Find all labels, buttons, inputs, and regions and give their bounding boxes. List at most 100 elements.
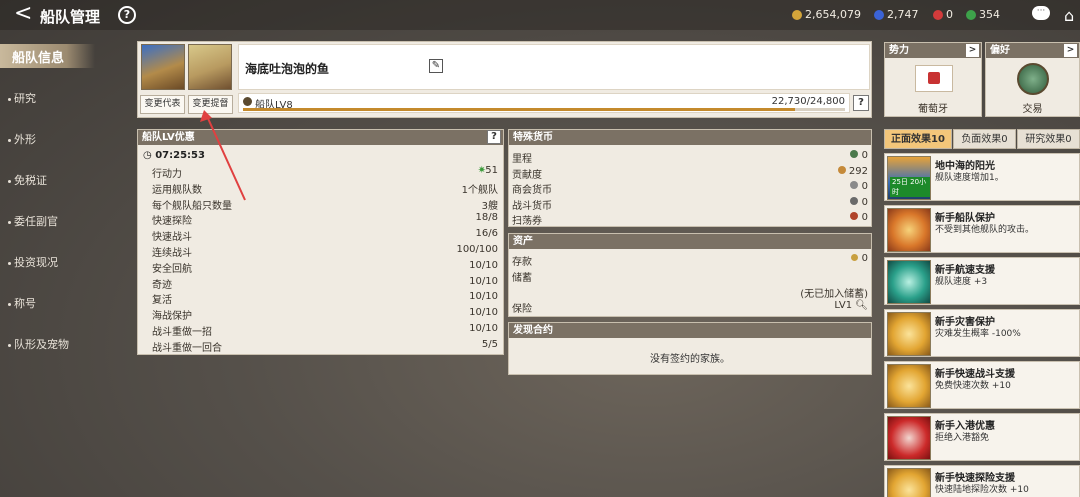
sidebar-item-formation[interactable]: 队形及宠物 [8, 336, 69, 352]
tab-research-effects[interactable]: 研究效果0 [1017, 129, 1080, 149]
currency-value-wrap: 0 [850, 196, 868, 208]
currency-blue-value: 2,747 [887, 8, 919, 21]
faction-name: 葡萄牙 [918, 104, 948, 115]
blue-gem-icon [874, 9, 884, 20]
assets-title: 资产 [509, 234, 871, 249]
sidebar-item-research[interactable]: 研究 [8, 90, 36, 106]
special-currency-panel: 特殊货币 里程 0 贡献度 292 商会货币 0 战斗货币 0 扫荡券 0 [508, 129, 872, 227]
tab-negative-effects[interactable]: 负面效果0 [953, 129, 1016, 149]
currency-row: 商会货币 0 [512, 181, 868, 196]
admiral-portrait[interactable] [188, 44, 232, 90]
benefit-row: 快速战斗 16/6 [152, 228, 498, 243]
bullet-icon [8, 220, 11, 224]
effect-card[interactable]: 新手快速探险支援 快速陆地探险次数 +10 [884, 465, 1080, 497]
contract-empty-text: 没有签约的家族。 [650, 354, 730, 365]
faction-arrow-icon[interactable]: > [966, 44, 979, 57]
contract-panel: 发现合约 没有签约的家族。 [508, 322, 872, 375]
effect-card[interactable]: 新手快速战斗支援 免费快速次数 +10 [884, 361, 1080, 409]
contract-title: 发现合约 [509, 323, 871, 338]
preference-name: 交易 [1022, 104, 1043, 115]
bullet-icon [8, 261, 11, 265]
currency-value: 0 [861, 196, 868, 208]
chat-icon[interactable]: ··· [1032, 6, 1050, 20]
effect-description: 免费快速次数 +10 [935, 381, 1011, 391]
sidebar-item-label: 研究 [14, 92, 36, 105]
savings-note-row: (无已加入储蓄) [512, 285, 868, 300]
representative-portrait[interactable] [141, 44, 185, 90]
sidebar-item-label: 投资现况 [14, 256, 58, 269]
back-icon[interactable]: < [14, 3, 32, 25]
benefit-value: 51 [485, 165, 498, 176]
sidebar-item-investment[interactable]: 投资现况 [8, 254, 58, 270]
magnifier-icon[interactable]: 🔍︎ [855, 300, 868, 311]
currency-value-wrap: 0 [850, 181, 868, 192]
currency-row: 战斗货币 0 [512, 196, 868, 212]
benefit-row: 安全回航 10/10 [152, 260, 498, 275]
deposit-value: 0 [861, 253, 868, 264]
scroll-icon [837, 165, 846, 174]
benefit-row: 海战保护 10/10 [152, 307, 498, 322]
preference-card[interactable]: 偏好 > 交易 [985, 42, 1080, 117]
sidebar-item-label: 外形 [14, 133, 36, 146]
faction-card[interactable]: 势力 > 葡萄牙 [884, 42, 982, 117]
benefit-label: 海战保护 [152, 311, 192, 323]
sidebar-item-fleet-info[interactable]: 船队信息 [0, 44, 95, 68]
clock-icon: ◷ [143, 150, 152, 161]
savings-note: (无已加入储蓄) [800, 289, 868, 300]
currency-label: 扫荡券 [512, 216, 542, 228]
fleet-help-icon[interactable]: ? [853, 95, 869, 111]
insurance-row[interactable]: 保险 LV1 🔍︎ [512, 300, 868, 315]
change-representative-button[interactable]: 变更代表 [140, 95, 185, 114]
effect-card[interactable]: 新手灾害保护 灾难发生概率 -100% [884, 309, 1080, 357]
currency-value-wrap: 292 [837, 165, 868, 177]
benefit-value: 10/10 [469, 259, 498, 271]
mileage-icon [850, 150, 859, 158]
effect-card[interactable]: 25日 20小时 地中海的阳光 舰队速度增加1。 [884, 153, 1080, 201]
effect-description: 快速陆地探险次数 +10 [935, 485, 1029, 495]
benefit-row: 连续战斗 100/100 [152, 244, 498, 259]
benefit-row: 战斗重做一回合 5/5 [152, 339, 498, 354]
effect-description: 拒绝入港豁免 [935, 433, 990, 443]
sidebar-item-appearance[interactable]: 外形 [8, 131, 36, 147]
benefit-value: 10/10 [469, 307, 498, 319]
bullet-icon [8, 179, 11, 183]
preference-arrow-icon[interactable]: > [1064, 44, 1077, 57]
lv-benefits-panel: 船队LV优惠 ? ◷ 07:25:53 ✷ 行动力 51 运用舰队数 1个舰队 每个舰队… [137, 129, 504, 355]
benefit-label: 战斗重做一招 [152, 327, 212, 338]
sidebar-item-deputy[interactable]: 委任副官 [8, 213, 58, 229]
insurance-label: 保险 [512, 304, 532, 315]
currency-green-value: 354 [979, 8, 1000, 21]
portugal-flag-icon [915, 65, 953, 92]
benefit-row: 快速探险 18/8 [152, 212, 498, 227]
timer-value: 07:25:53 [155, 150, 205, 161]
top-bar: < 船队管理 ? 2,654,079 2,747 0 354 ··· ⌂ [0, 0, 1080, 30]
tab-positive-effects[interactable]: 正面效果10 [884, 129, 952, 149]
currency-gold-value: 2,654,079 [805, 8, 861, 21]
lv-benefits-help-icon[interactable]: ? [487, 130, 501, 144]
faction-header: 势力 > [885, 43, 981, 58]
bullet-icon [8, 302, 11, 306]
currency-value-wrap: 0 [850, 150, 868, 161]
gold-shield-icon [887, 468, 931, 497]
benefit-row: 奇迹 10/10 [152, 276, 498, 291]
savings-row: 储蓄 [512, 269, 868, 284]
help-icon[interactable]: ? [118, 6, 136, 24]
effect-card[interactable]: 新手航速支援 舰队速度 +3 [884, 257, 1080, 305]
currency-label: 里程 [512, 154, 532, 165]
effect-card[interactable]: 新手入港优惠 拒绝入港豁免 [884, 413, 1080, 461]
fleet-exp-track [243, 108, 845, 111]
sidebar-item-label: 免税证 [14, 174, 47, 187]
coin-icon [851, 254, 859, 261]
red-gem-icon [933, 9, 943, 20]
shield-fist-icon [887, 208, 931, 252]
fleet-name-box: 海底吐泡泡的鱼 ✎ [238, 44, 870, 90]
sidebar-item-title[interactable]: 称号 [8, 295, 36, 311]
edit-icon[interactable]: ✎ [429, 59, 443, 73]
home-icon[interactable]: ⌂ [1064, 6, 1074, 25]
benefit-value: 10/10 [469, 291, 498, 303]
sidebar-item-tax-free[interactable]: 免税证 [8, 172, 47, 188]
gold-shield-icon [887, 364, 931, 408]
currency-blue: 2,747 [874, 8, 919, 21]
gold-shield-icon [887, 312, 931, 356]
effect-card[interactable]: 新手船队保护 不受到其他舰队的攻击。 [884, 205, 1080, 253]
